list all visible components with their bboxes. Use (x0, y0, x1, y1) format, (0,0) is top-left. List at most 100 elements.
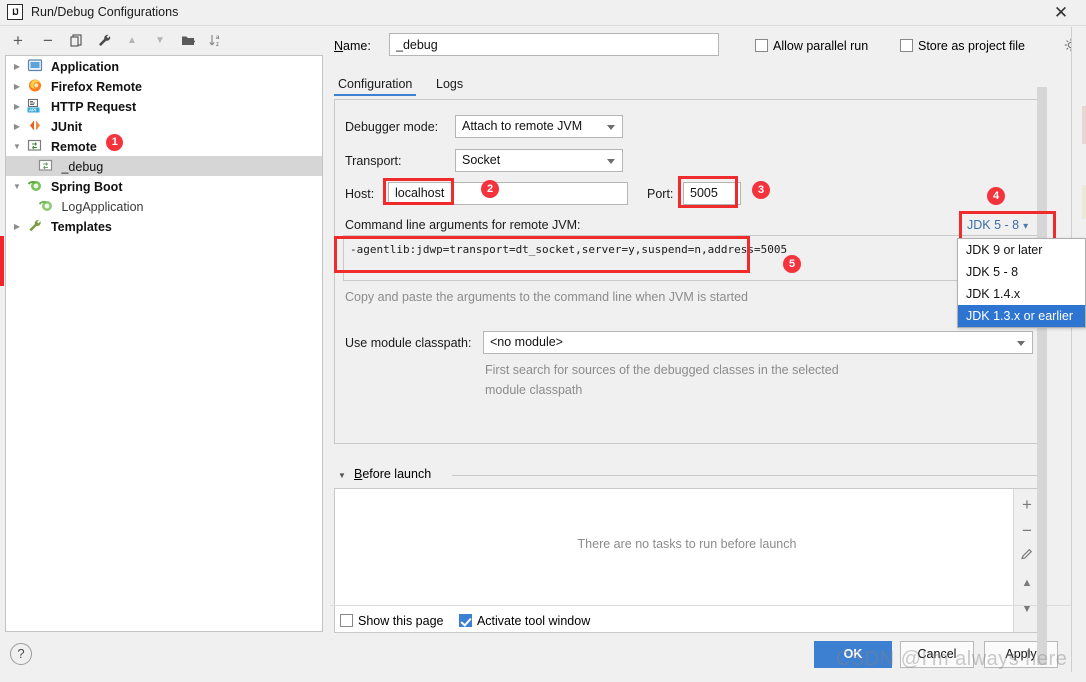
configuration-tab-content: Debugger mode: Attach to remote JVM Tran… (334, 99, 1045, 444)
allow-parallel-run-checkbox[interactable]: Allow parallel run (755, 39, 868, 53)
watermark: CSDN @I'm always here (836, 648, 1068, 670)
copy-button[interactable] (66, 31, 86, 51)
expand-arrow-icon[interactable]: ▶ (10, 217, 24, 237)
module-classpath-dropdown[interactable]: <no module> (483, 331, 1033, 354)
move-down-button[interactable]: ▼ (150, 31, 170, 51)
tree-item-debug[interactable]: _debug (6, 156, 322, 176)
spring-icon (27, 178, 44, 194)
before-launch-task-list[interactable]: There are no tasks to run before launch … (334, 488, 1040, 633)
module-classpath-hint-line-2: module classpath (485, 383, 583, 397)
module-classpath-hint-line-1: First search for sources of the debugged… (485, 363, 839, 377)
sort-button[interactable]: az (206, 31, 226, 51)
junit-icon (27, 118, 44, 134)
tree-item-junit[interactable]: ▶ JUnit (6, 116, 322, 136)
move-task-down-button[interactable]: ▼ (1017, 599, 1037, 619)
tree-item-label: _debug (61, 159, 104, 174)
remove-task-button[interactable]: − (1017, 521, 1037, 541)
host-input[interactable]: localhost (388, 182, 628, 205)
spring-icon (38, 198, 55, 214)
chevron-down-icon[interactable] (1017, 341, 1025, 346)
command-line-args-textarea[interactable]: -agentlib:jdwp=transport=dt_socket,serve… (343, 235, 1045, 281)
wrench-icon[interactable] (94, 31, 114, 51)
close-icon[interactable]: ✕ (1046, 1, 1076, 25)
tree-item-http-request[interactable]: ▶ API HTTP Request (6, 96, 322, 116)
annotation-badge-4: 4 (987, 187, 1005, 205)
chevron-down-icon[interactable] (607, 125, 615, 130)
remove-button[interactable]: − (38, 31, 58, 51)
debugger-mode-label: Debugger mode: (345, 120, 439, 134)
collapse-arrow-icon[interactable]: ▼ (338, 471, 346, 480)
tree-item-label: JUnit (50, 119, 83, 134)
activate-tool-window-checkbox[interactable]: Activate tool window (458, 614, 590, 628)
dialog-scrollbar[interactable] (1071, 27, 1082, 672)
svg-text:a: a (216, 35, 220, 41)
tab-configuration[interactable]: Configuration (334, 75, 417, 96)
tab-logs[interactable]: Logs (432, 75, 467, 96)
svg-text:z: z (216, 42, 219, 48)
checkbox-box[interactable] (900, 39, 913, 52)
checkbox-label: Show this page (358, 614, 444, 628)
chevron-down-icon[interactable]: ▾ (1023, 221, 1028, 232)
module-classpath-label: Use module classpath: (345, 336, 472, 350)
tree-item-templates[interactable]: ▶ Templates (6, 216, 322, 236)
jdk-version-dropdown-menu[interactable]: JDK 9 or later JDK 5 - 8 JDK 1.4.x JDK 1… (957, 238, 1086, 328)
port-input[interactable]: 5005 (683, 182, 741, 205)
chevron-down-icon[interactable] (607, 159, 615, 164)
bottom-checkbox-group: Show this page Activate tool window (340, 614, 590, 628)
store-as-project-file-checkbox[interactable]: Store as project file (900, 39, 1025, 53)
transport-dropdown[interactable]: Socket (455, 149, 623, 172)
show-this-page-checkbox[interactable]: Show this page (340, 614, 447, 628)
checkbox-box[interactable] (458, 614, 472, 627)
before-launch-title: Before launch (354, 467, 432, 481)
configurations-toolbar: + − ▲ ▼ az (0, 27, 328, 55)
name-input[interactable] (389, 33, 719, 56)
remote-icon (27, 138, 44, 154)
checkbox-box[interactable] (340, 614, 353, 627)
name-label: Name: (334, 39, 371, 53)
collapse-arrow-icon[interactable]: ▼ (10, 177, 24, 197)
collapse-arrow-icon[interactable]: ▼ (10, 137, 24, 157)
run-debug-configurations-dialog: IJ Run/Debug Configurations ✕ + − ▲ ▼ az… (0, 0, 1086, 682)
annotation-badge-2: 2 (481, 180, 499, 198)
tree-item-label: Application (50, 59, 120, 74)
jdk-option-5-8[interactable]: JDK 5 - 8 (958, 261, 1085, 283)
checkbox-box[interactable] (755, 39, 768, 52)
remote-icon (38, 158, 55, 174)
jdk-version-value: JDK 5 - 8 (967, 218, 1020, 232)
expand-arrow-icon[interactable]: ▶ (10, 57, 24, 77)
tree-item-label: HTTP Request (50, 99, 137, 114)
configurations-tree[interactable]: ▶ Application ▶ Firefox Remote ▶ API HTT… (5, 55, 323, 632)
tree-item-label: Remote (50, 139, 97, 154)
before-launch-toolbar: + − ▲ ▼ (1013, 489, 1039, 632)
title-bar: IJ Run/Debug Configurations ✕ (0, 0, 1086, 26)
jdk-option-9-or-later[interactable]: JDK 9 or later (958, 239, 1085, 261)
tree-item-firefox-remote[interactable]: ▶ Firefox Remote (6, 76, 322, 96)
before-launch-empty-text: There are no tasks to run before launch (577, 537, 797, 551)
move-up-button[interactable]: ▲ (122, 31, 142, 51)
tree-item-application[interactable]: ▶ Application (6, 56, 322, 76)
tree-item-label: LogApplication (61, 199, 144, 214)
jdk-option-1-3-x-or-earlier[interactable]: JDK 1.3.x or earlier (958, 305, 1085, 327)
add-task-button[interactable]: + (1017, 495, 1037, 515)
move-task-up-button[interactable]: ▲ (1017, 573, 1037, 593)
new-folder-button[interactable] (178, 31, 198, 51)
main-panel-scrollbar[interactable] (1037, 87, 1047, 665)
jdk-option-1-4-x[interactable]: JDK 1.4.x (958, 283, 1085, 305)
intellij-logo-icon: IJ (7, 4, 23, 20)
pencil-icon[interactable] (1017, 547, 1037, 567)
help-button[interactable]: ? (10, 643, 32, 665)
add-button[interactable]: + (8, 31, 28, 51)
port-label: Port: (647, 187, 674, 201)
tree-item-spring-boot[interactable]: ▼ Spring Boot (6, 176, 322, 196)
annotation-badge-3: 3 (752, 181, 770, 199)
expand-arrow-icon[interactable]: ▶ (10, 117, 24, 137)
expand-arrow-icon[interactable]: ▶ (10, 97, 24, 117)
checkbox-label: Store as project file (918, 39, 1025, 53)
expand-arrow-icon[interactable]: ▶ (10, 77, 24, 97)
tree-item-logapplication[interactable]: LogApplication (6, 196, 322, 216)
annotation-badge-5: 5 (783, 255, 801, 273)
debugger-mode-value: Attach to remote JVM (462, 119, 583, 133)
debugger-mode-dropdown[interactable]: Attach to remote JVM (455, 115, 623, 138)
tree-item-remote[interactable]: ▼ Remote 1 (6, 134, 322, 157)
jdk-version-selector[interactable]: JDK 5 - 8 ▾ (963, 216, 1033, 234)
